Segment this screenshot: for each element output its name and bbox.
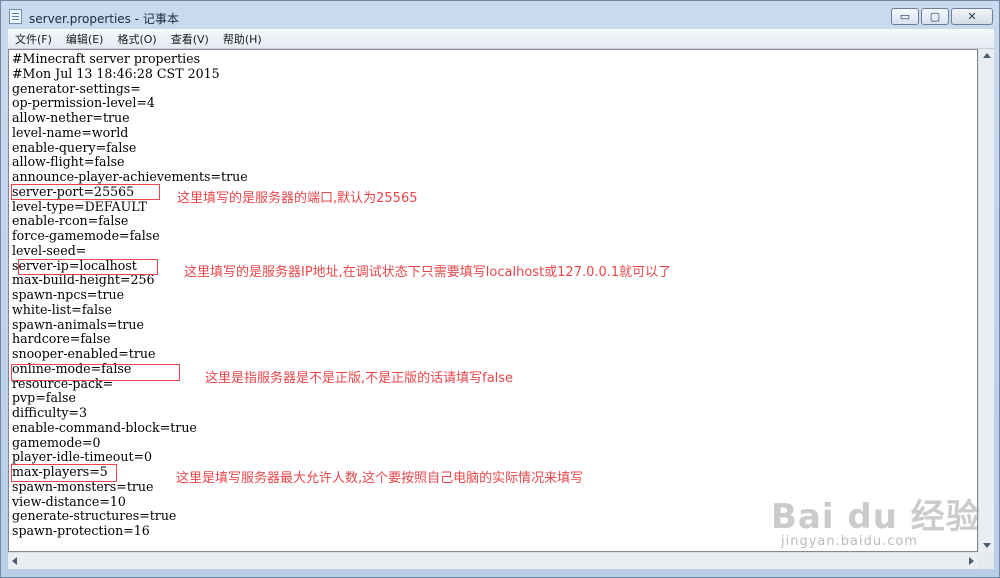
notepad-icon <box>9 9 22 24</box>
text-line: pvp=false <box>12 390 76 406</box>
text-line: white-list=false <box>12 301 112 317</box>
scroll-left-icon[interactable] <box>12 557 17 565</box>
annotation-server-port: 这里填写的是服务器的端口,默认为25565 <box>177 191 418 206</box>
highlight-server-port <box>11 184 160 200</box>
menu-format[interactable]: 格式(O) <box>110 31 163 47</box>
text-line: hardcore=false <box>12 331 111 347</box>
text-line: snooper-enabled=true <box>12 346 156 361</box>
text-line: player-idle-timeout=0 <box>12 449 153 465</box>
baidu-watermark-logo: Bai du 经验 <box>771 497 981 537</box>
maximize-icon: ▢ <box>929 10 941 23</box>
text-line: allow-nether=true <box>12 110 130 125</box>
scroll-up-icon[interactable] <box>983 53 991 58</box>
text-line: force-gamemode=false <box>12 228 160 243</box>
menu-help[interactable]: 帮助(H) <box>216 31 269 47</box>
maximize-button[interactable]: ▢ <box>921 8 949 25</box>
annotation-max-players: 这里是填写服务器最大允许人数,这个要按照自己电脑的实际情况来填写 <box>176 471 584 486</box>
window-title: server.properties - 记事本 <box>29 12 179 26</box>
notepad-window: server.properties - 记事本 ▭ ▢ ✕ 文件(F) 编辑(E… <box>0 0 1000 578</box>
text-line: generate-structures=true <box>12 508 177 524</box>
scrollbar-corner <box>978 552 994 569</box>
text-line: #Mon Jul 13 18:46:28 CST 2015 <box>12 65 220 81</box>
minimize-button[interactable]: ▭ <box>891 8 919 25</box>
text-line: allow-flight=false <box>12 154 125 170</box>
text-line: enable-rcon=false <box>12 213 129 229</box>
close-icon: ✕ <box>967 10 977 23</box>
minimize-icon: ▭ <box>899 10 911 23</box>
scroll-down-icon[interactable] <box>983 543 991 548</box>
annotation-online-mode: 这里是指服务器是不是正版,不是正版的话请填写false <box>205 371 514 386</box>
scroll-right-icon[interactable] <box>969 557 974 565</box>
annotation-server-ip: 这里填写的是服务器IP地址,在调试状态下只需要填写localhost或127.0… <box>184 265 672 280</box>
text-line: level-seed= <box>12 242 87 258</box>
text-line: enable-command-block=true <box>12 419 197 435</box>
menu-bar: 文件(F) 编辑(E) 格式(O) 查看(V) 帮助(H) <box>8 29 994 49</box>
highlight-server-ip <box>18 259 158 275</box>
title-bar[interactable]: server.properties - 记事本 ▭ ▢ ✕ <box>1 1 999 31</box>
text-line: generator-settings= <box>12 80 141 96</box>
text-line: enable-query=false <box>12 139 137 155</box>
text-line: spawn-protection=16 <box>12 523 150 538</box>
text-line: spawn-npcs=true <box>12 287 125 302</box>
close-button[interactable]: ✕ <box>951 8 993 25</box>
vertical-scrollbar[interactable] <box>978 49 994 552</box>
baidu-watermark-url: jingyan.baidu.com <box>781 534 918 549</box>
horizontal-scrollbar[interactable] <box>8 552 978 569</box>
window-controls: ▭ ▢ ✕ <box>889 8 993 25</box>
text-editor[interactable]: #Minecraft server properties #Mon Jul 13… <box>8 49 978 552</box>
text-line: op-permission-level=4 <box>12 95 155 111</box>
text-line: spawn-animals=true <box>12 316 144 332</box>
highlight-max-players <box>11 464 117 482</box>
text-line: difficulty=3 <box>12 405 87 420</box>
text-line: announce-player-achievements=true <box>12 169 248 184</box>
menu-file[interactable]: 文件(F) <box>8 31 59 47</box>
text-line: view-distance=10 <box>12 493 126 509</box>
text-line: gamemode=0 <box>12 434 101 450</box>
text-line: #Minecraft server properties <box>12 51 201 66</box>
menu-edit[interactable]: 编辑(E) <box>59 31 111 47</box>
highlight-online-mode <box>11 364 180 381</box>
text-line: level-name=world <box>12 124 129 140</box>
menu-view[interactable]: 查看(V) <box>164 31 216 47</box>
